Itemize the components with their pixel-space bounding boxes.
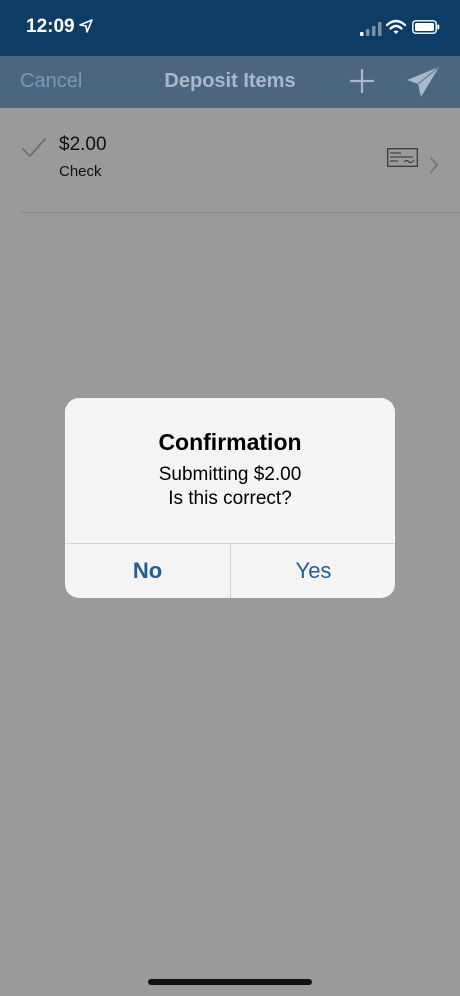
item-amount: $2.00 — [59, 134, 107, 155]
chevron-right-icon — [430, 157, 438, 173]
confirmation-dialog: Confirmation Submitting $2.00 Is this co… — [65, 398, 395, 598]
no-button[interactable]: No — [65, 544, 230, 598]
navigation-bar: Cancel Deposit Items — [0, 56, 460, 108]
dialog-title: Confirmation — [158, 429, 302, 455]
location-arrow-icon — [79, 19, 93, 33]
dialog-message-question: Is this correct? — [168, 488, 292, 509]
page-title: Deposit Items — [164, 70, 296, 92]
wifi-icon — [386, 19, 406, 34]
plus-icon[interactable] — [349, 68, 375, 94]
cellular-signal-icon — [360, 22, 382, 36]
status-bar: 12:09 — [0, 0, 460, 56]
deposit-items-list: $2.00 Check — [0, 108, 460, 213]
row-divider — [20, 212, 460, 213]
battery-icon — [412, 20, 440, 34]
paper-plane-icon[interactable] — [406, 66, 440, 98]
checkmark-icon — [22, 138, 46, 157]
yes-button[interactable]: Yes — [231, 544, 395, 598]
home-indicator[interactable] — [148, 979, 312, 985]
item-type: Check — [59, 163, 102, 180]
check-document-icon — [387, 148, 418, 167]
status-time: 12:09 — [26, 16, 75, 37]
dialog-message-amount: Submitting $2.00 — [158, 464, 302, 485]
